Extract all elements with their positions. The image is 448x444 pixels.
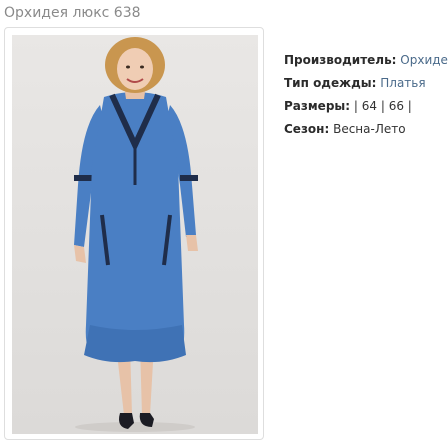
spec-manufacturer-link[interactable]: Орхидея <box>400 53 448 67</box>
spec-clothing-type: Тип одежды: Платья <box>284 72 448 95</box>
spec-clothing-type-label: Тип одежды: <box>284 76 377 90</box>
spec-season: Сезон: Весна-Лето <box>284 118 448 141</box>
spec-season-value: Весна-Лето <box>333 122 406 136</box>
spec-clothing-type-link[interactable]: Платья <box>380 76 425 90</box>
spec-manufacturer-label: Производитель: <box>284 53 397 67</box>
spec-sizes: Размеры: | 64 | 66 | <box>284 95 448 118</box>
product-title[interactable]: Орхидея люкс 638 <box>4 4 141 22</box>
product-card: Орхидея люкс 638 Производитель: Орхиде Т… <box>0 0 448 444</box>
spec-sizes-value: | 64 | 66 | <box>353 99 412 113</box>
product-photo-frame <box>4 27 264 440</box>
spec-manufacturer: Производитель: Орхидея <box>284 49 448 72</box>
product-specs: Производитель: Орхидея Тип одежды: Плать… <box>284 49 448 141</box>
product-photo[interactable] <box>12 35 258 434</box>
dress-model-illustration <box>74 37 198 432</box>
spec-season-label: Сезон: <box>284 122 330 136</box>
spec-sizes-label: Размеры: <box>284 99 351 113</box>
